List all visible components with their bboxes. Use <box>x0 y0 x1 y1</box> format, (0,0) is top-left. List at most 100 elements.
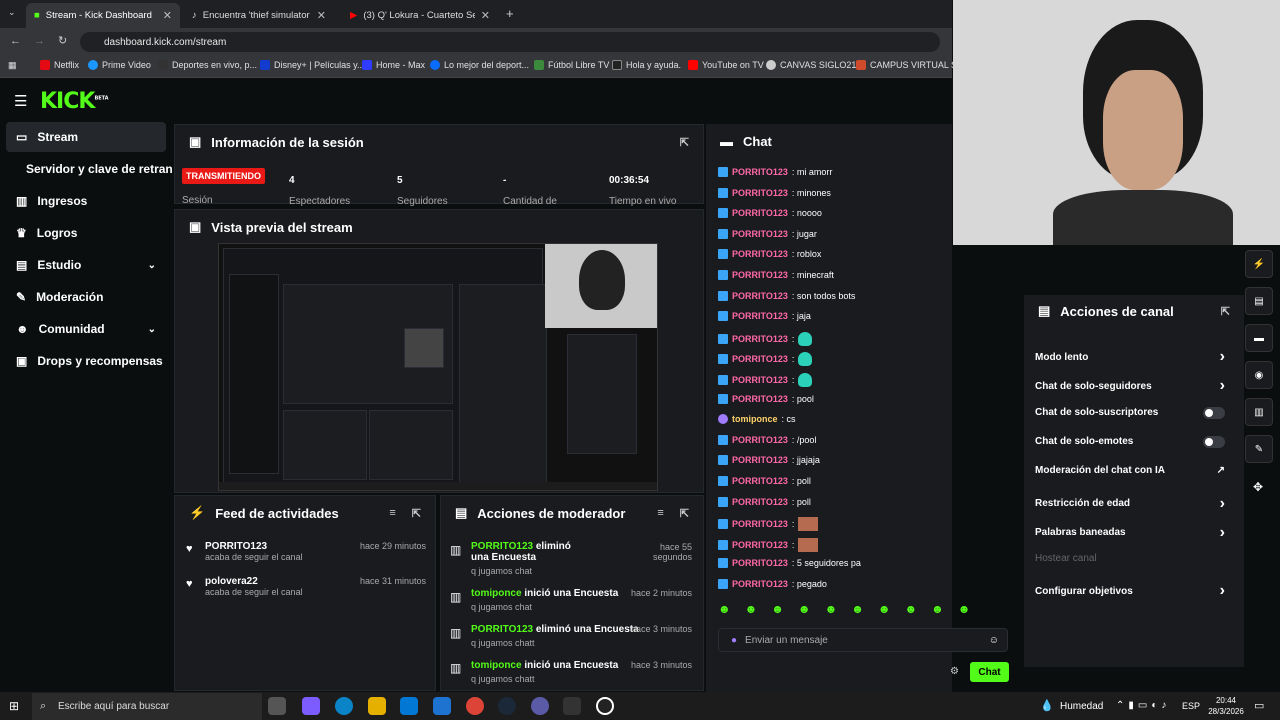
toggle-switch[interactable] <box>1203 435 1225 448</box>
emote-icon[interactable]: ☻ <box>958 602 971 622</box>
popout-icon[interactable]: ⇱ <box>412 507 421 520</box>
bookmark-ayuda[interactable]: Hola y ayuda. <box>612 60 681 70</box>
chat-username[interactable]: PORRITO123 <box>732 579 788 589</box>
emote-icon[interactable]: ☻ <box>851 602 864 622</box>
chat-username[interactable]: PORRITO123 <box>732 334 788 344</box>
chat-username[interactable]: PORRITO123 <box>732 519 788 529</box>
chat-username[interactable]: PORRITO123 <box>732 354 788 364</box>
emote-icon[interactable]: ☻ <box>718 602 731 622</box>
bookmark-netflix[interactable]: Netflix <box>40 60 79 70</box>
bookmark-campus[interactable]: CAMPUS VIRTUAL S... <box>856 60 965 70</box>
chat-username[interactable]: PORRITO123 <box>732 291 788 301</box>
apps-icon[interactable]: ✥ <box>1253 480 1263 494</box>
discord-icon[interactable] <box>531 697 549 715</box>
mail-icon[interactable] <box>433 697 451 715</box>
bookmark-canvas[interactable]: CANVAS SIGLO21 <box>766 60 856 70</box>
system-tray-icons[interactable]: ⌃▮▭◐♪ <box>1116 700 1170 711</box>
tab-youtube[interactable]: ▶ (3) Q' Lokura - Cuarteto Se ✕ <box>342 3 498 28</box>
chrome-icon[interactable] <box>466 697 484 715</box>
chat-username[interactable]: PORRITO123 <box>732 455 788 465</box>
emote-icon[interactable]: ☻ <box>904 602 917 622</box>
taskbar-search-input[interactable]: ⌕ Escribe aquí para buscar <box>32 693 262 720</box>
bookmark-max[interactable]: Home - Max <box>362 60 425 70</box>
sidebar-item-comunidad[interactable]: ☻ Comunidad ⌄ <box>6 314 166 344</box>
tab-kick-dashboard[interactable]: ■ Stream - Kick Dashboard ✕ <box>26 3 180 28</box>
bookmark-futbol[interactable]: Fútbol Libre TV <box>534 60 609 70</box>
sidebar-item-ingresos[interactable]: ▥ Ingresos <box>6 186 166 216</box>
channel-action-item[interactable]: Chat de solo-seguidores › <box>1035 377 1225 395</box>
sidebar-item-estudio[interactable]: ▤ Estudio ⌄ <box>6 250 166 280</box>
chat-username[interactable]: PORRITO123 <box>732 558 788 568</box>
sidebar-item-stream[interactable]: ▭ Stream <box>6 122 166 152</box>
chat-username[interactable]: PORRITO123 <box>732 435 788 445</box>
chat-send-button[interactable]: Chat <box>970 662 1009 682</box>
sidebar-item-moderacion[interactable]: ✎ Moderación <box>6 282 166 312</box>
chat-username[interactable]: PORRITO123 <box>732 208 788 218</box>
chat-username[interactable]: PORRITO123 <box>732 270 788 280</box>
channel-action-item[interactable]: Configurar objetivos › <box>1035 582 1225 600</box>
channel-action-item[interactable]: Chat de solo-emotes <box>1035 435 1225 448</box>
emote-icon[interactable]: ☻ <box>878 602 891 622</box>
close-tab-icon[interactable]: ✕ <box>163 9 172 22</box>
obs-icon[interactable] <box>596 697 614 715</box>
steam-icon[interactable] <box>498 697 516 715</box>
epic-games-icon[interactable] <box>563 697 581 715</box>
channel-action-item[interactable]: Modo lento › <box>1035 348 1225 366</box>
channel-action-item[interactable]: Chat de solo-suscriptores <box>1035 406 1225 419</box>
forward-icon[interactable]: → <box>34 35 45 47</box>
chat-username[interactable]: PORRITO123 <box>732 375 788 385</box>
bookmark-prime[interactable]: Prime Video <box>88 60 151 70</box>
close-tab-icon[interactable]: ✕ <box>481 9 490 22</box>
stream-preview-video[interactable] <box>218 243 658 491</box>
kick-logo[interactable]: KICKBETA <box>40 89 109 114</box>
settings-icon[interactable]: ⚙ <box>950 666 959 677</box>
clock[interactable]: 20:44 28/3/2026 <box>1206 695 1246 717</box>
emote-icon[interactable]: ☻ <box>771 602 784 622</box>
edge-icon[interactable] <box>335 697 353 715</box>
chat-username[interactable]: PORRITO123 <box>732 229 788 239</box>
emote-icon[interactable]: ☻ <box>798 602 811 622</box>
emote-icon[interactable]: ☻ <box>931 602 944 622</box>
bookmark-deportes[interactable]: Deportes en vivo, p... <box>158 60 257 70</box>
sidebar-item-server-key[interactable]: Servidor y clave de retransm <box>6 154 172 184</box>
chat-username[interactable]: PORRITO123 <box>732 540 788 550</box>
chat-bubble-icon[interactable]: ▬ <box>1245 324 1273 352</box>
sidebar-item-logros[interactable]: ♛ Logros <box>6 218 166 248</box>
bookmark-deport[interactable]: Lo mejor del deport... <box>430 60 529 70</box>
chat-username[interactable]: tomiponce <box>732 414 778 424</box>
close-tab-icon[interactable]: ✕ <box>317 9 326 22</box>
wrench-icon[interactable]: ✎ <box>1245 435 1273 463</box>
notifications-icon[interactable]: ▭ <box>1254 699 1264 712</box>
list-icon[interactable]: ▤ <box>1245 287 1273 315</box>
filter-icon[interactable]: ≡ <box>657 507 663 519</box>
toggle-switch[interactable] <box>1203 406 1225 419</box>
filter-icon[interactable]: ≡ <box>389 507 395 519</box>
channel-action-item[interactable]: Restricción de edad › <box>1035 495 1225 513</box>
sidebar-item-drops[interactable]: ▣ Drops y recompensas <box>6 346 166 376</box>
channel-action-item[interactable]: Palabras baneadas › <box>1035 524 1225 542</box>
windows-start-icon[interactable]: ⊞ <box>9 699 19 713</box>
chat-input[interactable]: ● Enviar un mensaje ☺ <box>718 628 1008 652</box>
tab-tiktok[interactable]: ♪ Encuentra 'thief simulator mult ✕ <box>184 3 334 28</box>
language-indicator[interactable]: ESP <box>1182 701 1200 711</box>
chat-username[interactable]: PORRITO123 <box>732 167 788 177</box>
url-input[interactable]: dashboard.kick.com/stream <box>80 32 940 52</box>
chat-username[interactable]: PORRITO123 <box>732 311 788 321</box>
popout-icon[interactable]: ⇱ <box>680 507 689 520</box>
popout-icon[interactable]: ⇱ <box>680 136 689 149</box>
chat-username[interactable]: PORRITO123 <box>732 249 788 259</box>
store-icon[interactable] <box>400 697 418 715</box>
bookmark-youtube-tv[interactable]: YouTube on TV <box>688 60 764 70</box>
popout-icon[interactable]: ⇱ <box>1221 305 1230 318</box>
chat-username[interactable]: PORRITO123 <box>732 188 788 198</box>
broadcast-icon[interactable]: ◉ <box>1245 361 1273 389</box>
apps-icon[interactable]: ▦ <box>8 60 17 71</box>
bolt-icon[interactable]: ⚡ <box>1245 250 1273 278</box>
tab-search-icon[interactable]: ⌄ <box>8 7 16 18</box>
copilot-icon[interactable] <box>302 697 320 715</box>
channel-action-item[interactable]: Moderación del chat con IA ↗ <box>1035 465 1225 476</box>
chat-username[interactable]: PORRITO123 <box>732 497 788 507</box>
back-icon[interactable]: ← <box>10 35 21 47</box>
mod-panel-icon[interactable]: ▥ <box>1245 398 1273 426</box>
chat-username[interactable]: PORRITO123 <box>732 394 788 404</box>
